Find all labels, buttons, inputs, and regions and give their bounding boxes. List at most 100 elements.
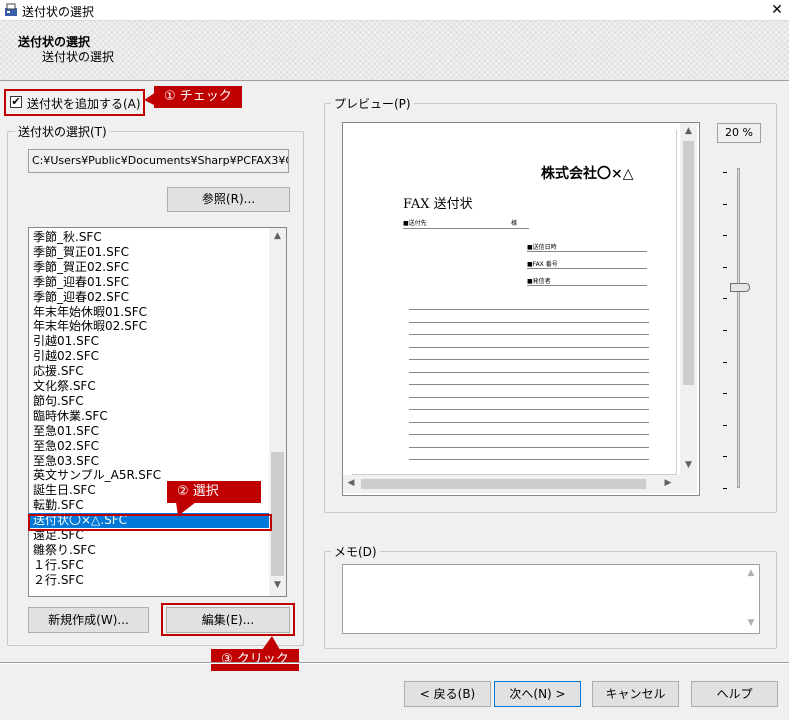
zoom-tick <box>723 235 727 237</box>
scroll-up-icon[interactable]: ▲ <box>269 231 286 241</box>
title-bar: 送付状の選択 ✕ <box>0 0 789 21</box>
cover-folder-path[interactable]: C:¥Users¥Public¥Documents¥Sharp¥PCFAX3¥C… <box>28 149 289 173</box>
preview-sama: 様 <box>511 220 518 227</box>
preview-body-line <box>409 421 649 423</box>
callout-click-pointer <box>262 636 280 650</box>
callout-select-pointer <box>176 502 196 516</box>
next-button[interactable]: 次へ(N) > <box>494 681 581 707</box>
preview-body-line <box>409 446 649 448</box>
preview-body-line <box>409 321 649 323</box>
footer-divider-highlight <box>0 663 789 664</box>
cover-file-item[interactable]: 転勤.SFC <box>33 498 84 513</box>
zoom-readout: 20 % <box>717 123 761 143</box>
preview-vscroll[interactable]: ▲ ▼ <box>680 123 697 475</box>
preview-doc-title: FAX 送付状 <box>403 197 473 212</box>
cover-file-item[interactable]: 季節_賀正02.SFC <box>33 260 129 275</box>
memo-legend: メモ(D) <box>331 543 380 560</box>
preview-line <box>527 285 647 286</box>
zoom-tick <box>723 266 727 268</box>
new-cover-button[interactable]: 新規作成(W)... <box>28 607 149 633</box>
preview-body-line <box>409 334 649 335</box>
add-cover-label: 送付状を追加する(A) <box>27 97 141 111</box>
cover-file-item[interactable]: 至急02.SFC <box>33 439 99 454</box>
cover-file-item[interactable]: 節句.SFC <box>33 394 84 409</box>
preview-body-line <box>409 359 649 360</box>
cover-file-list[interactable]: 季節_秋.SFC 季節_賀正01.SFC 季節_賀正02.SFC 季節_迎春01.SF… <box>28 227 287 597</box>
list-scroll-thumb[interactable] <box>271 452 284 576</box>
memo-scroll-down-icon[interactable]: ▼ <box>744 618 758 628</box>
zoom-tick <box>723 330 727 331</box>
cover-file-item[interactable]: 雛祭り.SFC <box>33 543 96 558</box>
preview-date-label: ■送信日時 <box>527 244 557 251</box>
preview-scroll-down-icon[interactable]: ▼ <box>680 460 697 470</box>
preview-body-line <box>409 371 649 373</box>
zoom-tick <box>723 298 727 300</box>
cover-selection-legend: 送付状の選択(T) <box>15 123 110 140</box>
zoom-tick <box>723 361 727 363</box>
preview-scroll-up-icon[interactable]: ▲ <box>680 126 697 136</box>
cover-file-item[interactable]: 引越01.SFC <box>33 334 99 349</box>
cover-file-item[interactable]: 季節_秋.SFC <box>33 230 102 245</box>
cover-file-item[interactable]: 文化祭.SFC <box>33 379 96 394</box>
preview-scroll-right-icon[interactable]: ▶ <box>661 478 675 488</box>
edit-cover-button[interactable]: 編集(E)... <box>166 607 290 633</box>
zoom-tick <box>723 424 727 426</box>
preview-vscroll-thumb[interactable] <box>683 141 694 385</box>
zoom-tick <box>723 488 727 489</box>
preview-to-label: ■送付先 <box>403 220 427 227</box>
cover-file-item[interactable]: 季節_迎春02.SFC <box>33 290 129 305</box>
wizard-header: 送付状の選択 送付状の選択 <box>0 21 789 81</box>
list-scrollbar[interactable]: ▲ ▼ <box>269 228 286 596</box>
fax-app-icon <box>5 3 17 16</box>
cover-file-item[interactable]: 季節_賀正01.SFC <box>33 245 129 260</box>
preview-hscroll[interactable]: ◀ ▶ <box>343 475 680 493</box>
cover-file-item[interactable]: 臨時休業.SFC <box>33 409 108 424</box>
window-title: 送付状の選択 <box>22 5 95 19</box>
cover-file-item[interactable]: 至急01.SFC <box>33 424 99 439</box>
help-button[interactable]: ヘルプ <box>691 681 778 707</box>
preview-line <box>527 268 647 269</box>
preview-body-lines <box>409 309 649 474</box>
memo-scroll-up-icon[interactable]: ▲ <box>744 568 758 578</box>
preview-hscroll-thumb[interactable] <box>361 479 646 489</box>
cover-file-item[interactable]: 英文サンプル_A5R.SFC <box>33 468 161 483</box>
cover-file-items: 季節_秋.SFC 季節_賀正01.SFC 季節_賀正02.SFC 季節_迎春01.SF… <box>29 230 269 596</box>
cover-file-item[interactable]: 年末年始休暇01.SFC <box>33 305 147 320</box>
preview-body-line <box>409 396 649 398</box>
preview-line <box>403 228 529 229</box>
zoom-tick <box>723 172 727 173</box>
cover-file-item[interactable]: 年末年始休暇02.SFC <box>33 319 147 334</box>
cancel-button[interactable]: キャンセル <box>592 681 679 707</box>
close-icon[interactable]: ✕ <box>765 0 789 20</box>
cover-file-item[interactable]: 誕生日.SFC <box>33 483 96 498</box>
cover-file-item[interactable]: 季節_迎春01.SFC <box>33 275 129 290</box>
preview-body-line <box>409 309 649 310</box>
checkbox-check-icon[interactable]: ✔ <box>10 96 22 108</box>
zoom-slider[interactable] <box>720 160 756 490</box>
callout-click: ③ クリック <box>211 649 299 671</box>
preview-fax-label: ■FAX 番号 <box>527 261 558 268</box>
preview-company: 株式会社〇×△ <box>541 166 634 182</box>
header-subtitle: 送付状の選択 <box>42 50 115 64</box>
callout-check-pointer <box>144 92 156 106</box>
preview-body-line <box>409 384 649 385</box>
callout-select: ② 選択 <box>167 481 261 503</box>
cover-file-item[interactable]: 引越02.SFC <box>33 349 99 364</box>
zoom-tick <box>723 203 727 205</box>
cover-file-item[interactable]: 応援.SFC <box>33 364 84 379</box>
preview-legend: プレビュー(P) <box>331 95 414 112</box>
preview-scroll-left-icon[interactable]: ◀ <box>345 478 357 488</box>
callout-check: ① チェック <box>154 86 242 108</box>
scroll-down-icon[interactable]: ▼ <box>269 580 286 590</box>
back-button[interactable]: < 戻る(B) <box>404 681 491 707</box>
cover-file-item[interactable]: １行.SFC <box>33 558 84 573</box>
zoom-track <box>737 168 740 488</box>
zoom-thumb[interactable] <box>730 282 750 292</box>
cover-file-item[interactable]: 至急03.SFC <box>33 454 99 469</box>
preview-sender-label: ■発信者 <box>527 278 551 285</box>
memo-textarea[interactable]: ▲ ▼ <box>342 564 760 634</box>
cover-file-item[interactable]: ２行.SFC <box>33 573 84 588</box>
browse-button[interactable]: 参照(R)... <box>167 187 290 212</box>
add-cover-checkbox[interactable]: ✔ 送付状を追加する(A) <box>10 95 141 111</box>
preview-body-line <box>409 434 649 435</box>
